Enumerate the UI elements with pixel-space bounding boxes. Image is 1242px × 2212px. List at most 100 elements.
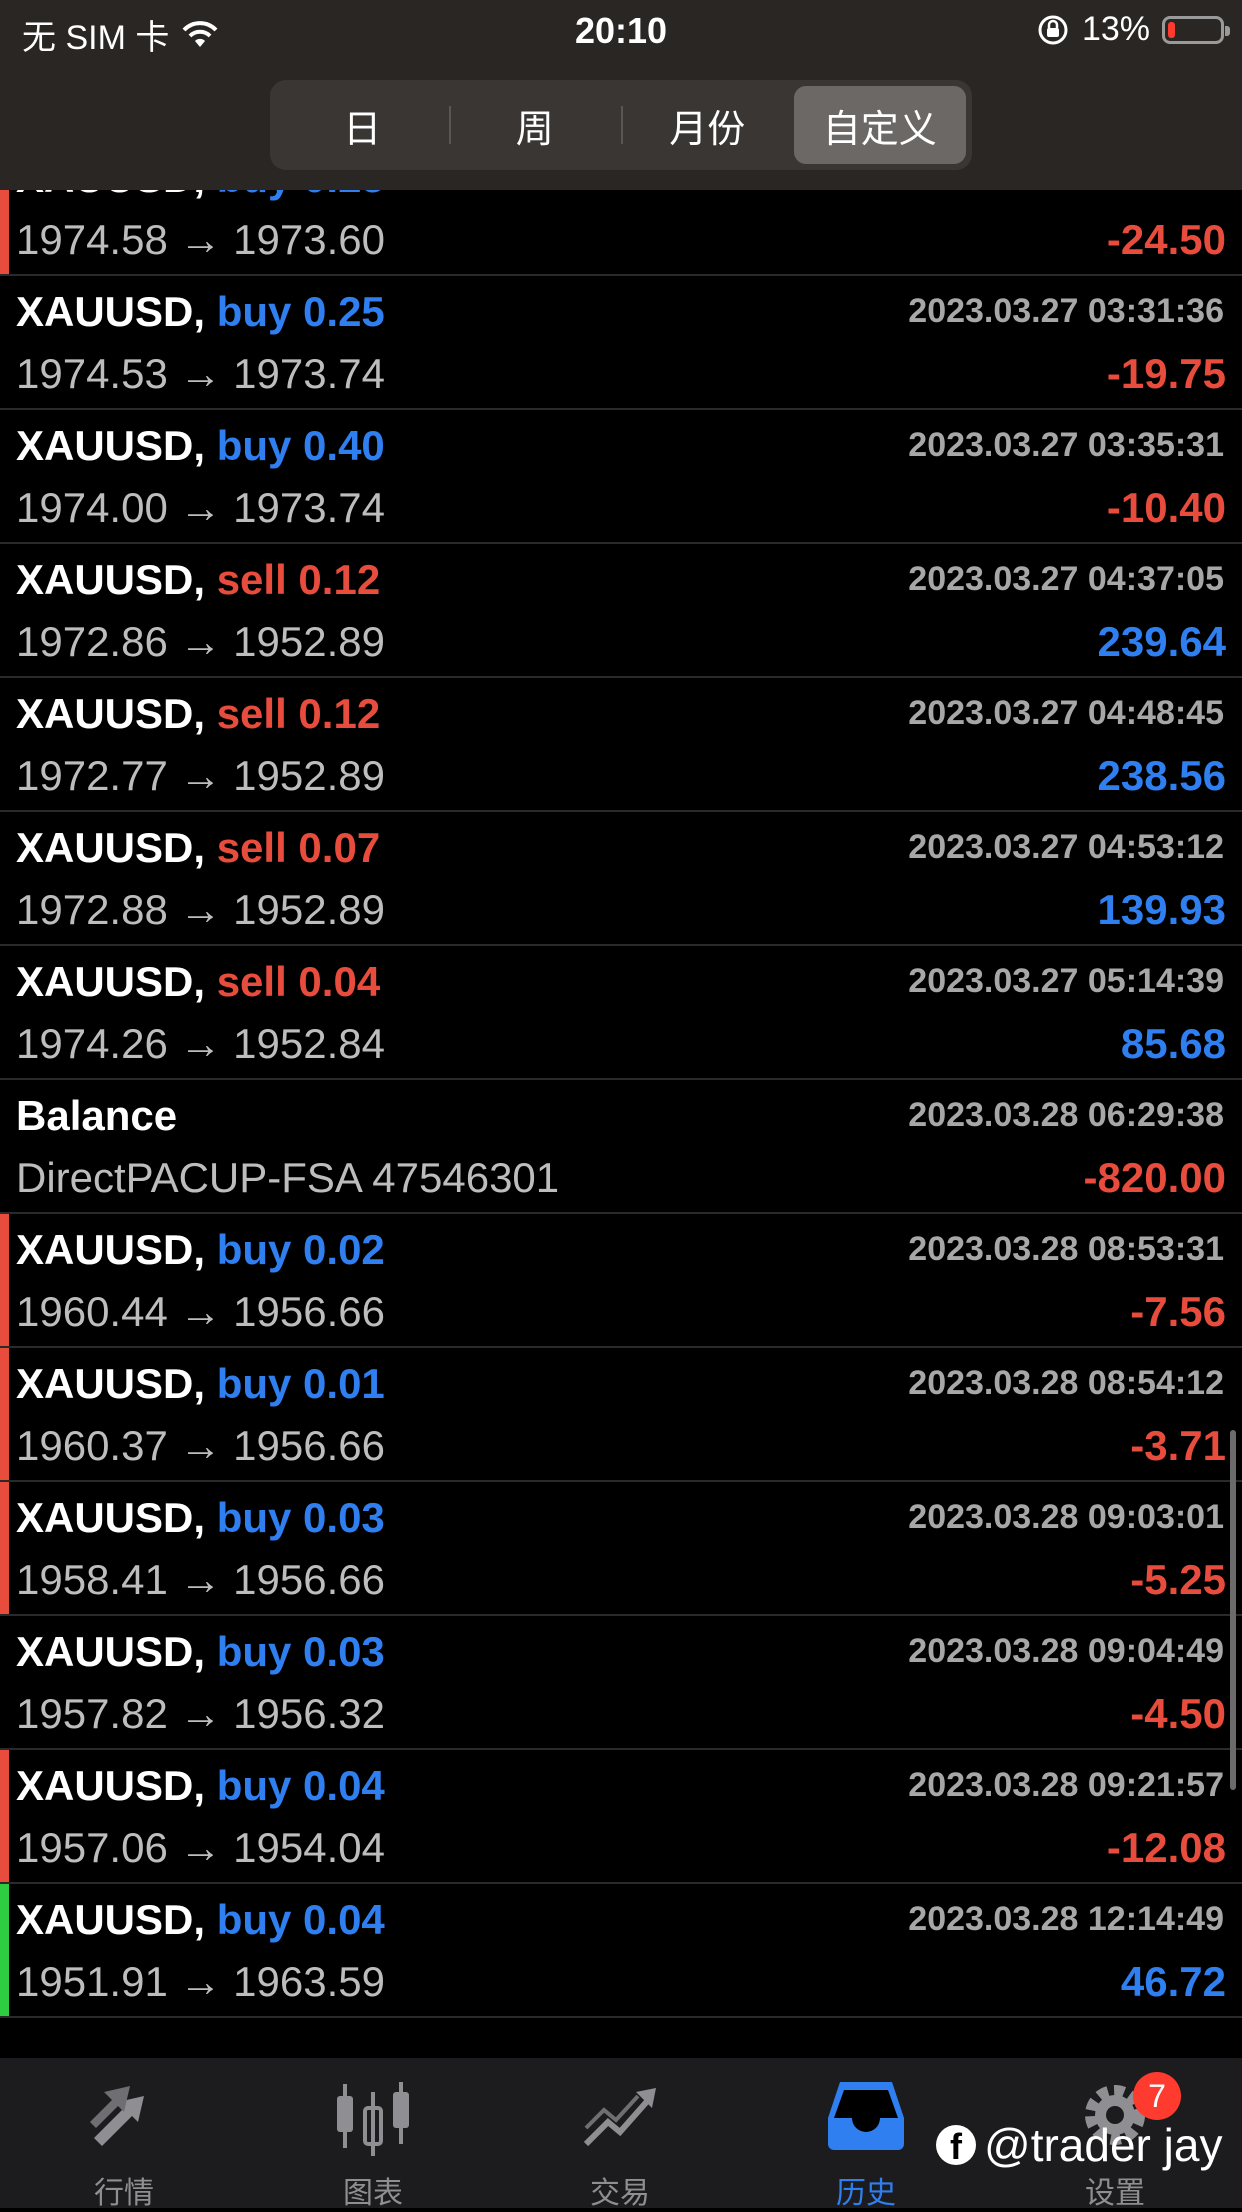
deal-symbol: XAUUSD, [16, 1762, 206, 1809]
deal-title: XAUUSD, buy 0.01 [16, 1360, 385, 1408]
deal-row[interactable]: XAUUSD, buy 0.04 2023.03.28 09:21:57 1957.… [0, 1750, 1242, 1884]
deal-row[interactable]: XAUUSD, buy 0.40 2023.03.27 03:35:31 1974.… [0, 410, 1242, 544]
deal-symbol: XAUUSD, [16, 190, 205, 201]
tab-label: 设置 [1085, 2177, 1145, 2210]
trade-icon [580, 2078, 660, 2155]
deal-time: 2023.03.27 03:13:29 [908, 190, 1224, 197]
deal-prices: 1974.53 → 1973.74 [16, 350, 385, 397]
deal-profit: 46.72 [1120, 1958, 1226, 2005]
deal-prices: 1957.82 → 1956.32 [16, 1690, 385, 1737]
deal-row[interactable]: XAUUSD, buy 0.01 2023.03.28 08:54:12 1960.… [0, 1348, 1242, 1482]
battery-icon [1162, 15, 1230, 44]
profit-marker [0, 190, 9, 274]
period-tab-3[interactable]: 自定义 [793, 86, 966, 164]
period-tab-label: 日 [343, 108, 382, 151]
deal-prices: 1960.44 → 1956.66 [16, 1288, 385, 1335]
deal-prices: 1972.86 → 1952.89 [16, 618, 385, 665]
chart-icon [333, 2078, 413, 2163]
deal-symbol: XAUUSD, [16, 1628, 206, 1675]
deal-time: 2023.03.28 08:54:12 [908, 1364, 1224, 1402]
deal-symbol: XAUUSD, [16, 690, 206, 737]
tab-quotes[interactable]: 行情 [24, 2058, 224, 2210]
deal-time: 2023.03.28 12:14:49 [908, 1900, 1224, 1938]
deal-prices: 1974.26 → 1952.84 [16, 1020, 385, 1067]
deal-row[interactable]: XAUUSD, sell 0.12 2023.03.27 04:48:45 1972… [0, 678, 1242, 812]
period-selector: 日 周 月份 自定义 [270, 80, 972, 170]
deal-profit: -12.08 [1106, 1824, 1226, 1871]
deal-title: XAUUSD, buy 0.04 [16, 1896, 385, 1944]
deal-row[interactable]: XAUUSD, buy 0.03 2023.03.28 09:04:49 1957.… [0, 1616, 1242, 1750]
notification-badge: 7 [1133, 2072, 1181, 2120]
deal-volume: buy 0.04 [216, 1762, 385, 1809]
deal-volume: buy 0.02 [216, 1226, 385, 1273]
deal-title: XAUUSD, sell 0.04 [16, 958, 380, 1006]
rotation-lock-icon [1038, 15, 1068, 44]
period-tab-1[interactable]: 周 [448, 86, 622, 164]
watermark: f @trader jay [936, 2118, 1222, 2172]
deal-row[interactable]: Balance 2023.03.28 06:29:38 DirectPACUP-FS… [0, 1080, 1242, 1214]
deal-prices: DirectPACUP-FSA 47546301 [16, 1154, 560, 1201]
status-bar: 无 SIM 卡 20:10 13% [0, 0, 1242, 64]
deal-title: XAUUSD, sell 0.12 [16, 690, 380, 738]
deal-row[interactable]: XAUUSD, buy 0.04 2023.03.28 12:14:49 1951.… [0, 1884, 1242, 2018]
scrollbar[interactable] [1230, 1430, 1236, 1790]
deal-volume: buy 0.03 [216, 1628, 385, 1675]
deal-profit: -4.50 [1130, 1690, 1226, 1737]
deal-profit: 85.68 [1120, 1020, 1226, 1067]
deal-symbol: XAUUSD, [16, 288, 206, 335]
deal-volume: buy 0.01 [216, 1360, 385, 1407]
deal-volume: buy 0.25 [217, 190, 385, 201]
deal-profit: 239.64 [1097, 618, 1226, 665]
tab-label: 交易 [590, 2177, 650, 2210]
tab-trade[interactable]: 交易 [520, 2058, 720, 2210]
profit-marker [0, 1482, 9, 1614]
deal-profit: 238.56 [1097, 752, 1226, 799]
deal-profit: -24.50 [1106, 216, 1226, 263]
history-list[interactable]: XAUUSD, buy 0.25 2023.03.27 03:13:29 1974.… [0, 190, 1242, 2058]
facebook-icon: f [936, 2125, 976, 2167]
deal-profit: -5.25 [1130, 1556, 1226, 1603]
deal-row[interactable]: XAUUSD, buy 0.25 2023.03.27 03:31:36 1974.… [0, 276, 1242, 410]
deal-volume: sell 0.04 [216, 958, 381, 1005]
deal-symbol: XAUUSD, [16, 824, 206, 871]
deal-title: XAUUSD, buy 0.40 [16, 422, 385, 470]
deal-row[interactable]: XAUUSD, buy 0.25 2023.03.27 03:13:29 1974.… [0, 190, 1242, 276]
deal-title: XAUUSD, buy 0.25 [16, 288, 385, 336]
profit-marker [0, 1348, 9, 1480]
deal-title: XAUUSD, sell 0.07 [16, 824, 380, 872]
period-tab-0[interactable]: 日 [276, 86, 449, 164]
deal-volume: buy 0.40 [216, 422, 385, 469]
deal-time: 2023.03.28 06:29:38 [908, 1096, 1224, 1134]
tab-label: 历史 [836, 2177, 896, 2210]
deal-volume: buy 0.25 [216, 288, 385, 335]
deal-time: 2023.03.28 09:03:01 [908, 1498, 1224, 1536]
deal-row[interactable]: XAUUSD, sell 0.07 2023.03.27 04:53:12 1972… [0, 812, 1242, 946]
deal-row[interactable]: XAUUSD, sell 0.12 2023.03.27 04:37:05 1972… [0, 544, 1242, 678]
deal-time: 2023.03.27 03:35:31 [908, 426, 1224, 464]
header: 日 周 月份 自定义 [0, 64, 1242, 190]
deal-time: 2023.03.27 04:37:05 [908, 560, 1224, 598]
deal-profit: 139.93 [1097, 886, 1226, 933]
tab-chart[interactable]: 图表 [273, 2058, 473, 2210]
deal-row[interactable]: XAUUSD, sell 0.04 2023.03.27 05:14:39 1974… [0, 946, 1242, 1080]
deal-time: 2023.03.28 09:04:49 [908, 1632, 1224, 1670]
history-icon [826, 2078, 906, 2157]
deal-symbol: Balance [16, 1092, 178, 1139]
deal-profit: -19.75 [1106, 350, 1226, 397]
deal-symbol: XAUUSD, [16, 1896, 206, 1943]
battery-fill [1168, 21, 1175, 38]
deal-prices: 1972.77 → 1952.89 [16, 752, 385, 799]
deal-row[interactable]: XAUUSD, buy 0.03 2023.03.28 09:03:01 1958.… [0, 1482, 1242, 1616]
period-tab-2[interactable]: 月份 [621, 86, 794, 164]
deal-row[interactable]: XAUUSD, buy 0.02 2023.03.28 08:53:31 1960.… [0, 1214, 1242, 1348]
deal-volume: buy 0.04 [216, 1896, 385, 1943]
deal-symbol: XAUUSD, [16, 958, 206, 1005]
quotes-icon [84, 2078, 164, 2153]
deal-symbol: XAUUSD, [16, 556, 206, 603]
deal-title: XAUUSD, buy 0.02 [16, 1226, 385, 1274]
deal-symbol: XAUUSD, [16, 422, 206, 469]
deal-prices: 1951.91 → 1963.59 [16, 1958, 385, 2005]
deal-volume: sell 0.12 [216, 556, 381, 603]
deal-profit: -10.40 [1106, 484, 1226, 531]
deal-prices: 1958.41 → 1956.66 [16, 1556, 385, 1603]
